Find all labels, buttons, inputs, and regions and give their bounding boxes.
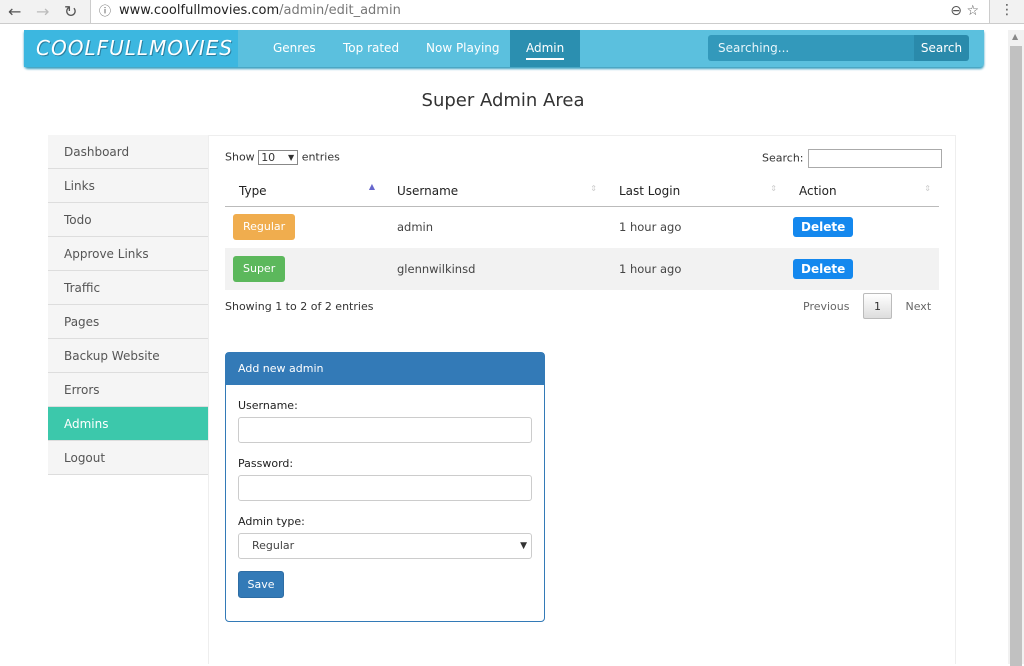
next-button[interactable]: Next	[896, 294, 942, 320]
save-button[interactable]: Save	[238, 571, 284, 598]
nav-now-playing[interactable]: Now Playing	[410, 30, 516, 67]
search-label: Search:	[762, 151, 804, 165]
scrollbar-thumb[interactable]	[1010, 46, 1022, 666]
sidebar-item-admins[interactable]: Admins	[48, 407, 208, 441]
nav-label: Now Playing	[426, 41, 500, 55]
back-icon[interactable]: ←	[8, 2, 21, 21]
admins-table: Type ▲ Username ⇕ Last Login ⇕ Action ⇕ Regu…	[225, 176, 939, 290]
admin-type-value: Regular	[252, 539, 295, 552]
header-label: Type	[239, 183, 267, 198]
entries-label: entries	[301, 150, 340, 164]
sort-asc-icon: ▲	[368, 182, 375, 191]
table-search-input[interactable]	[807, 149, 942, 168]
delete-button[interactable]: Delete	[793, 259, 854, 279]
username-label: Username:	[238, 399, 298, 412]
type-badge: Regular	[233, 214, 296, 241]
column-header-username[interactable]: Username ⇕	[383, 176, 605, 207]
sidebar: Dashboard Links Todo Approve Links Traff…	[48, 135, 208, 475]
dropdown-arrow-icon: ▼	[288, 153, 295, 162]
nav-top-rated[interactable]: Top rated	[327, 30, 415, 67]
sidebar-item-logout[interactable]: Logout	[48, 441, 208, 475]
username-cell: admin	[397, 220, 434, 235]
nav-label: Genres	[273, 41, 316, 55]
sidebar-item-pages[interactable]: Pages	[48, 305, 208, 339]
admin-type-select[interactable]: Regular ▼	[238, 533, 532, 559]
nav-label: Admin	[526, 41, 565, 60]
column-header-action[interactable]: Action ⇕	[785, 176, 939, 207]
star-icon[interactable]: ☆	[966, 3, 979, 19]
site-logo[interactable]: COOLFULLMOVIES	[24, 30, 238, 67]
username-cell: glennwilkinsd	[383, 248, 605, 290]
scrollbar[interactable]: ▲	[1008, 30, 1024, 666]
sidebar-item-approve-links[interactable]: Approve Links	[48, 237, 208, 271]
page-1-button[interactable]: 1	[863, 293, 892, 319]
page-title: Super Admin Area	[421, 90, 585, 111]
column-header-last-login[interactable]: Last Login ⇕	[605, 176, 785, 207]
nav-admin[interactable]: Admin	[510, 30, 581, 67]
reload-icon[interactable]: ↻	[64, 2, 77, 21]
previous-button[interactable]: Previous	[793, 294, 860, 320]
menu-icon[interactable]: ⋮	[1000, 2, 1014, 18]
forward-icon[interactable]: →	[36, 2, 49, 21]
type-badge: Super	[233, 256, 286, 282]
zoom-icon[interactable]: ⊖	[950, 3, 962, 19]
nav-genres[interactable]: Genres	[257, 30, 332, 67]
sidebar-item-dashboard[interactable]: Dashboard	[48, 135, 208, 169]
url-host: www.coolfullmovies.com	[119, 3, 280, 18]
sidebar-item-todo[interactable]: Todo	[48, 203, 208, 237]
sort-icon: ⇕	[924, 184, 931, 193]
admin-type-label: Admin type:	[238, 515, 305, 528]
password-label: Password:	[238, 457, 294, 470]
url-path: /admin/edit_admin	[279, 3, 401, 18]
top-navbar: COOLFULLMOVIES Genres Top rated Now Play…	[24, 30, 984, 67]
address-bar[interactable]: ⓘ www.coolfullmovies.com/admin/edit_admi…	[90, 0, 990, 24]
password-input[interactable]	[238, 475, 532, 501]
table-row: Regular admin 1 hour ago Delete	[225, 206, 939, 248]
form-title: Add new admin	[226, 353, 544, 385]
nav-label: Top rated	[343, 41, 400, 55]
dropdown-arrow-icon: ▼	[520, 541, 527, 551]
header-label: Username	[397, 183, 459, 198]
sidebar-item-traffic[interactable]: Traffic	[48, 271, 208, 305]
column-header-type[interactable]: Type ▲	[225, 176, 383, 207]
sidebar-item-errors[interactable]: Errors	[48, 373, 208, 407]
pagination: Previous 1 Next	[793, 293, 941, 320]
header-label: Last Login	[619, 183, 681, 198]
last-login-cell: 1 hour ago	[619, 220, 682, 235]
delete-button[interactable]: Delete	[793, 217, 854, 238]
show-label: Show	[225, 150, 255, 164]
browser-toolbar: ← → ↻ ⓘ www.coolfullmovies.com/admin/edi…	[0, 0, 1024, 24]
sidebar-item-backup-website[interactable]: Backup Website	[48, 339, 208, 373]
table-row: Super glennwilkinsd 1 hour ago Delete	[225, 248, 939, 290]
sidebar-item-links[interactable]: Links	[48, 169, 208, 203]
header-label: Action	[799, 183, 837, 198]
sort-icon: ⇕	[770, 184, 777, 193]
scroll-up-icon[interactable]: ▲	[1012, 32, 1018, 41]
site-search-input[interactable]: Searching...	[708, 35, 914, 61]
site-search-button[interactable]: Search	[914, 35, 969, 61]
page-size-select[interactable]: 10 ▼	[258, 150, 299, 165]
add-admin-form: Add new admin Username: Password: Admin …	[225, 352, 545, 622]
page-size-value: 10	[261, 151, 276, 164]
last-login-cell: 1 hour ago	[605, 248, 785, 290]
sort-icon: ⇕	[590, 184, 597, 193]
username-input[interactable]	[238, 417, 532, 443]
info-icon[interactable]: ⓘ	[99, 0, 111, 22]
table-info: Showing 1 to 2 of 2 entries	[225, 300, 374, 313]
